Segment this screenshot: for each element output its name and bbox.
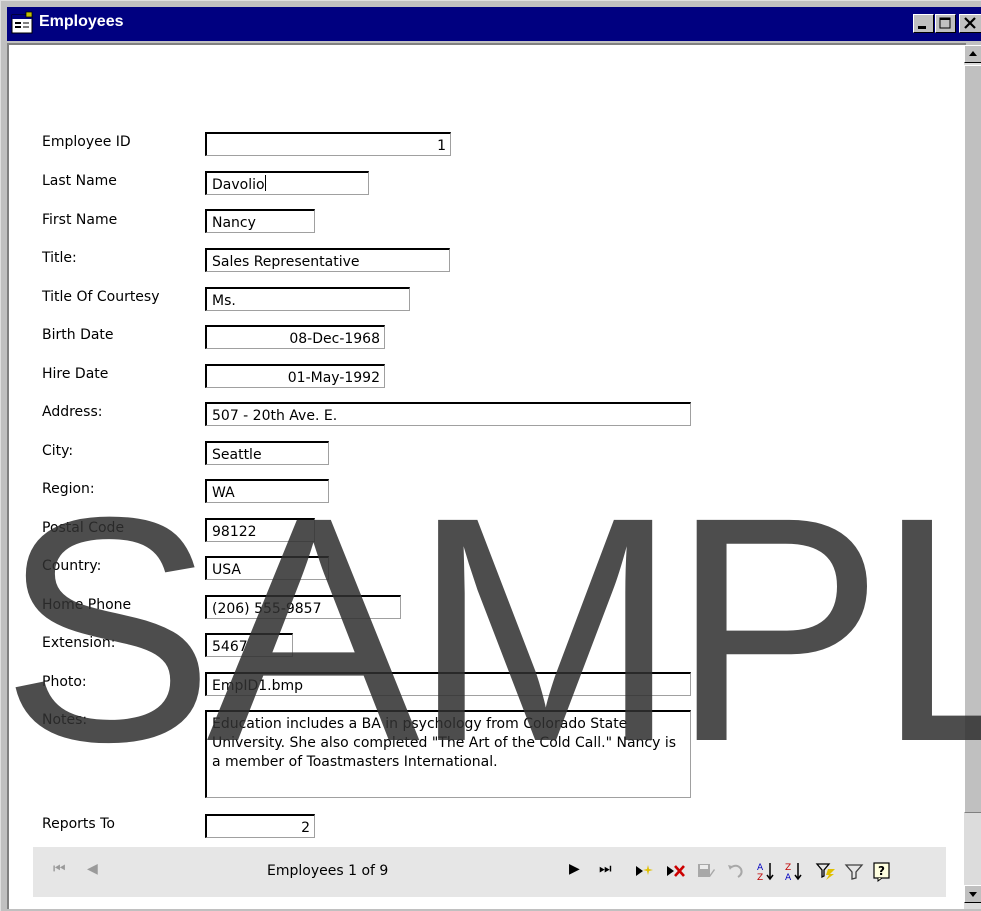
filter-by-selection-icon[interactable] — [815, 859, 837, 883]
close-button[interactable] — [959, 14, 981, 33]
reports-to-label: Reports To — [42, 816, 115, 832]
title-field[interactable]: Sales Representative — [205, 248, 450, 272]
sort-ascending-icon[interactable]: A Z — [755, 859, 777, 883]
notes-label: Notes: — [42, 712, 88, 728]
save-record-icon — [698, 864, 715, 877]
scroll-down-button[interactable] — [964, 885, 981, 903]
close-icon — [964, 17, 976, 29]
sort-descending-icon[interactable]: Z A — [783, 859, 805, 883]
maximize-icon — [939, 17, 951, 29]
country-field[interactable]: USA — [205, 556, 329, 580]
employees-window: Employees Employee ID Last Name First Na… — [0, 0, 981, 911]
undo-icon — [728, 864, 743, 878]
window-title: Employees — [39, 13, 124, 30]
employee-id-field[interactable]: 1 — [205, 132, 451, 156]
svg-text:Z: Z — [785, 863, 791, 873]
record-navigation-bar: ⏮ ◀ Employees 1 of 9 ▶ ⏭ A Z Z A ? — [33, 847, 946, 897]
address-label: Address: — [42, 404, 103, 420]
text-caret — [264, 175, 266, 191]
home-phone-label: Home Phone — [42, 597, 132, 613]
last-record-button[interactable]: ⏭ — [599, 861, 612, 877]
title-bar[interactable]: Employees — [7, 7, 981, 41]
scroll-up-button[interactable] — [964, 45, 981, 63]
photo-field[interactable]: EmpID1.bmp — [205, 672, 691, 696]
extension-field[interactable]: 5467 — [205, 633, 293, 657]
title-of-courtesy-label: Title Of Courtesy — [42, 289, 160, 305]
scroll-up-icon — [969, 51, 977, 56]
svg-text:A: A — [785, 873, 792, 883]
next-record-button[interactable]: ▶ — [569, 861, 580, 877]
reports-to-field[interactable]: 2 — [205, 814, 315, 838]
country-label: Country: — [42, 558, 102, 574]
delete-record-icon[interactable] — [665, 859, 687, 883]
home-phone-field[interactable]: (206) 555-9857 — [205, 595, 401, 619]
title-of-courtesy-field[interactable]: Ms. — [205, 287, 410, 311]
last-name-label: Last Name — [42, 173, 117, 189]
last-name-field[interactable]: Davolio — [205, 171, 369, 195]
vertical-scrollbar[interactable] — [964, 45, 981, 909]
postal-code-label: Postal Code — [42, 520, 125, 536]
birth-date-field[interactable]: 08-Dec-1968 — [205, 325, 385, 349]
notes-field[interactable]: Education includes a BA in psychology fr… — [205, 710, 691, 798]
city-field[interactable]: Seattle — [205, 441, 329, 465]
employee-id-label: Employee ID — [42, 134, 131, 150]
photo-label: Photo: — [42, 674, 87, 690]
scroll-down-icon — [969, 892, 977, 897]
hire-date-label: Hire Date — [42, 366, 109, 382]
svg-text:A: A — [757, 863, 764, 873]
svg-text:Z: Z — [757, 873, 763, 883]
first-record-button[interactable]: ⏮ — [53, 861, 66, 877]
maximize-button[interactable] — [935, 14, 956, 33]
help-icon[interactable]: ? — [871, 859, 893, 883]
first-name-field[interactable]: Nancy — [205, 209, 315, 233]
filter-icon[interactable] — [843, 859, 865, 883]
address-field[interactable]: 507 - 20th Ave. E. — [205, 402, 691, 426]
new-record-icon[interactable] — [633, 859, 655, 883]
postal-code-field[interactable]: 98122 — [205, 518, 315, 542]
extension-label: Extension: — [42, 635, 116, 651]
birth-date-label: Birth Date — [42, 327, 114, 343]
hire-date-field[interactable]: 01-May-1992 — [205, 364, 385, 388]
first-name-label: First Name — [42, 212, 118, 228]
last-name-value: Davolio — [212, 177, 265, 193]
region-label: Region: — [42, 481, 95, 497]
svg-text:?: ? — [878, 864, 885, 878]
city-label: City: — [42, 443, 74, 459]
region-field[interactable]: WA — [205, 479, 329, 503]
minimize-icon — [918, 26, 926, 29]
scroll-thumb[interactable] — [964, 65, 981, 813]
form-app-icon — [11, 11, 33, 34]
minimize-button[interactable] — [913, 14, 934, 33]
record-count: Employees 1 of 9 — [267, 863, 389, 879]
title-label: Title: — [42, 250, 77, 266]
previous-record-button[interactable]: ◀ — [87, 861, 98, 877]
